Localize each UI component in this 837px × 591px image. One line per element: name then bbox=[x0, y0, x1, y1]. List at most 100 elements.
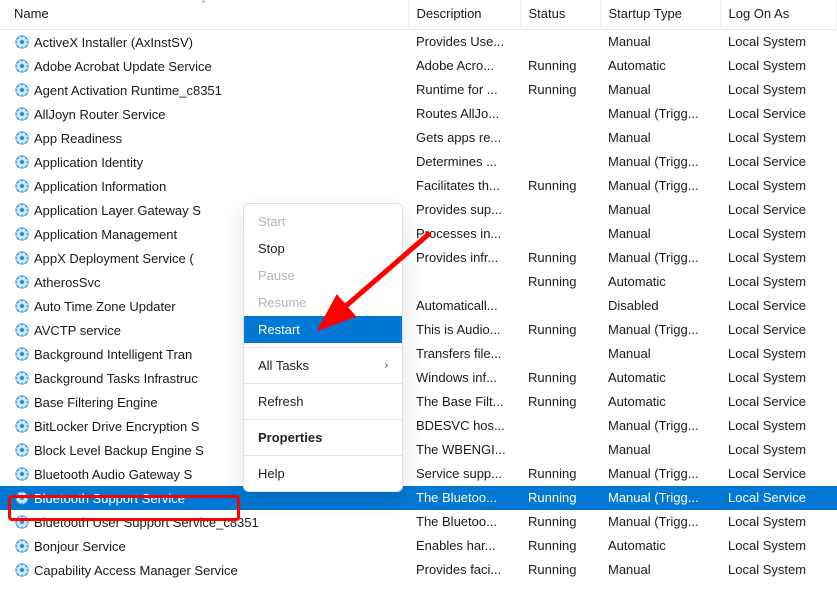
table-row[interactable]: Application ManagementProcesses in...Man… bbox=[0, 222, 837, 246]
table-row[interactable]: Base Filtering EngineThe Base Filt...Run… bbox=[0, 390, 837, 414]
table-row[interactable]: Background Tasks InfrastrucWindows inf..… bbox=[0, 366, 837, 390]
service-name: AtherosSvc bbox=[34, 275, 100, 290]
cell-startup: Manual bbox=[600, 78, 720, 102]
table-row[interactable]: Background Intelligent TranTransfers fil… bbox=[0, 342, 837, 366]
gear-icon bbox=[14, 178, 30, 194]
cell-logon: Local System bbox=[720, 246, 837, 270]
cell-logon: Local System bbox=[720, 270, 837, 294]
cell-description: Service supp... bbox=[408, 462, 520, 486]
gear-icon bbox=[14, 130, 30, 146]
cell-description: The WBENGI... bbox=[408, 438, 520, 462]
table-row[interactable]: Application InformationFacilitates th...… bbox=[0, 174, 837, 198]
cell-description: Provides Use... bbox=[408, 30, 520, 54]
cell-status bbox=[520, 102, 600, 126]
table-row[interactable]: Agent Activation Runtime_c8351Runtime fo… bbox=[0, 78, 837, 102]
table-row[interactable]: Auto Time Zone UpdaterAutomaticall...Dis… bbox=[0, 294, 837, 318]
cell-status: Running bbox=[520, 462, 600, 486]
gear-icon bbox=[14, 298, 30, 314]
gear-icon bbox=[14, 418, 30, 434]
table-row[interactable]: AllJoyn Router ServiceRoutes AllJo...Man… bbox=[0, 102, 837, 126]
cell-logon: Local System bbox=[720, 558, 837, 582]
menu-all-tasks[interactable]: All Tasks › bbox=[244, 352, 402, 379]
cell-status bbox=[520, 126, 600, 150]
cell-startup: Automatic bbox=[600, 366, 720, 390]
table-row[interactable]: Capability Access Manager ServiceProvide… bbox=[0, 558, 837, 582]
cell-startup: Manual bbox=[600, 438, 720, 462]
gear-icon bbox=[14, 394, 30, 410]
cell-status bbox=[520, 342, 600, 366]
menu-stop[interactable]: Stop bbox=[244, 235, 402, 262]
table-row[interactable]: AtherosSvcRunningAutomaticLocal System bbox=[0, 270, 837, 294]
service-name: Bonjour Service bbox=[34, 539, 126, 554]
cell-logon: Local System bbox=[720, 174, 837, 198]
cell-description: This is Audio... bbox=[408, 318, 520, 342]
cell-name: Capability Access Manager Service bbox=[0, 558, 408, 582]
gear-icon bbox=[14, 202, 30, 218]
cell-status bbox=[520, 150, 600, 174]
menu-help[interactable]: Help bbox=[244, 460, 402, 487]
table-row[interactable]: Adobe Acrobat Update ServiceAdobe Acro..… bbox=[0, 54, 837, 78]
menu-properties[interactable]: Properties bbox=[244, 424, 402, 451]
table-row[interactable]: Bluetooth Audio Gateway SService supp...… bbox=[0, 462, 837, 486]
col-description[interactable]: Description bbox=[408, 0, 520, 30]
cell-startup: Manual (Trigg... bbox=[600, 150, 720, 174]
service-name: Application Management bbox=[34, 227, 177, 242]
cell-startup: Manual bbox=[600, 558, 720, 582]
cell-status: Running bbox=[520, 78, 600, 102]
cell-status bbox=[520, 222, 600, 246]
cell-logon: Local System bbox=[720, 78, 837, 102]
service-name: Application Layer Gateway S bbox=[34, 203, 201, 218]
cell-description: Routes AllJo... bbox=[408, 102, 520, 126]
gear-icon bbox=[14, 514, 30, 530]
cell-description: Adobe Acro... bbox=[408, 54, 520, 78]
col-status[interactable]: Status bbox=[520, 0, 600, 30]
table-row[interactable]: Application Layer Gateway S Provides sup.… bbox=[0, 198, 837, 222]
cell-startup: Manual (Trigg... bbox=[600, 318, 720, 342]
service-name: ActiveX Installer (AxInstSV) bbox=[34, 35, 193, 50]
table-header-row: Name ⌃ Description Status Startup Type L… bbox=[0, 0, 837, 30]
menu-restart[interactable]: Restart bbox=[244, 316, 402, 343]
table-row[interactable]: Application Identity Determines ... Manual… bbox=[0, 150, 837, 174]
table-row[interactable]: ActiveX Installer (AxInstSV) Provides Use… bbox=[0, 30, 837, 54]
cell-logon: Local Service bbox=[720, 318, 837, 342]
cell-status bbox=[520, 198, 600, 222]
cell-logon: Local Service bbox=[720, 462, 837, 486]
cell-logon: Local System bbox=[720, 126, 837, 150]
table-row[interactable]: BitLocker Drive Encryption SBDESVC hos..… bbox=[0, 414, 837, 438]
cell-status bbox=[520, 414, 600, 438]
col-startup[interactable]: Startup Type bbox=[600, 0, 720, 30]
col-name[interactable]: Name ⌃ bbox=[0, 0, 408, 30]
table-row[interactable]: Bluetooth User Support Service_c8351The … bbox=[0, 510, 837, 534]
cell-name: ActiveX Installer (AxInstSV) bbox=[0, 30, 408, 54]
cell-description: Processes in... bbox=[408, 222, 520, 246]
table-row[interactable]: Bluetooth Support ServiceThe Bluetoo...R… bbox=[0, 486, 837, 510]
context-menu[interactable]: Start Stop Pause Resume Restart All Task… bbox=[243, 203, 403, 492]
gear-icon bbox=[14, 346, 30, 362]
col-logon[interactable]: Log On As bbox=[720, 0, 837, 30]
cell-description: Provides sup... bbox=[408, 198, 520, 222]
service-name: Application Identity bbox=[34, 155, 143, 170]
cell-logon: Local Service bbox=[720, 486, 837, 510]
cell-status: Running bbox=[520, 486, 600, 510]
table-row[interactable]: Bonjour ServiceEnables har...RunningAuto… bbox=[0, 534, 837, 558]
table-row[interactable]: App ReadinessGets apps re...ManualLocal … bbox=[0, 126, 837, 150]
chevron-right-icon: › bbox=[385, 360, 388, 371]
cell-status: Running bbox=[520, 534, 600, 558]
cell-logon: Local Service bbox=[720, 390, 837, 414]
table-row[interactable]: AVCTP serviceThis is Audio...RunningManu… bbox=[0, 318, 837, 342]
cell-description: Runtime for ... bbox=[408, 78, 520, 102]
cell-name: Bluetooth User Support Service_c8351 bbox=[0, 510, 408, 534]
table-row[interactable]: Block Level Backup Engine S The WBENGI...… bbox=[0, 438, 837, 462]
table-row[interactable]: AppX Deployment Service (Provides infr..… bbox=[0, 246, 837, 270]
cell-startup: Manual (Trigg... bbox=[600, 510, 720, 534]
cell-description: The Base Filt... bbox=[408, 390, 520, 414]
gear-icon bbox=[14, 106, 30, 122]
menu-refresh[interactable]: Refresh bbox=[244, 388, 402, 415]
service-name: Block Level Backup Engine S bbox=[34, 443, 204, 458]
cell-description: Determines ... bbox=[408, 150, 520, 174]
service-name: Capability Access Manager Service bbox=[34, 563, 238, 578]
cell-logon: Local System bbox=[720, 534, 837, 558]
cell-description bbox=[408, 270, 520, 294]
gear-icon bbox=[14, 34, 30, 50]
menu-separator bbox=[244, 383, 402, 384]
